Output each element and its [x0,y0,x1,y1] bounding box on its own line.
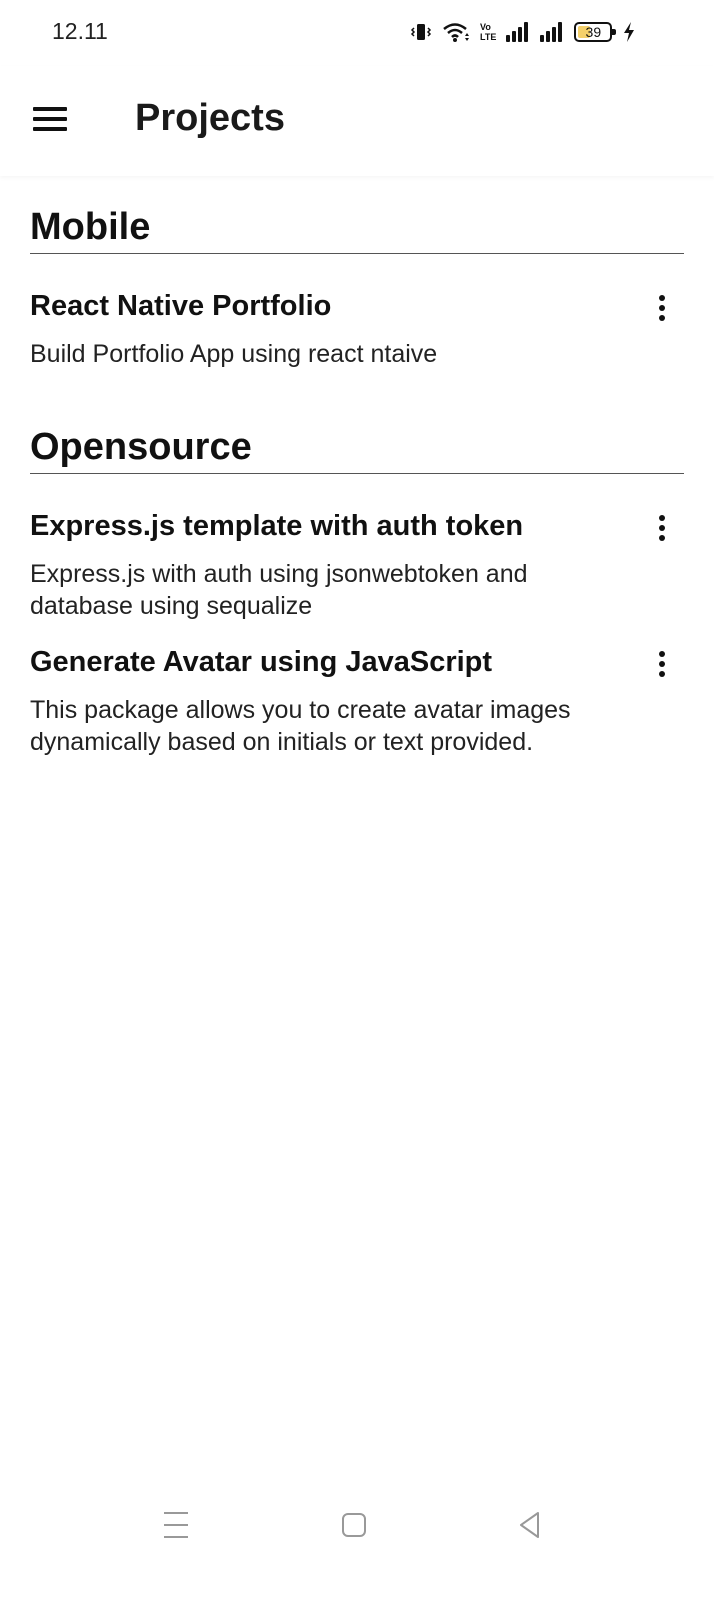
project-item[interactable]: Express.js template with auth token Expr… [30,474,684,622]
vibrate-icon [410,24,432,40]
more-vertical-icon[interactable] [652,510,672,546]
wifi-icon [443,23,469,42]
volte-top-label: Vo [480,22,491,32]
more-vertical-icon[interactable] [652,290,672,326]
section-header: Mobile [30,206,684,254]
project-item[interactable]: React Native Portfolio Build Portfolio A… [30,254,684,370]
section-opensource: Opensource Express.js template with auth… [30,426,684,758]
recent-apps-icon[interactable] [164,1512,188,1538]
charging-icon [624,22,635,42]
signal-icon [540,22,564,42]
project-list: Mobile React Native Portfolio Build Port… [30,206,684,814]
battery-icon: 39 [574,22,617,42]
section-mobile: Mobile React Native Portfolio Build Port… [30,206,684,370]
more-vertical-icon[interactable] [652,646,672,682]
project-description: This package allows you to create avatar… [30,696,571,756]
status-icons: Vo LTE 39 [410,14,646,50]
section-header: Opensource [30,426,684,474]
status-bar: 12.11 Vo LTE 39 [0,0,714,66]
project-description: Build Portfolio App using react ntaive [30,340,438,368]
page-title: Projects [135,97,285,139]
project-title: React Native Portfolio [30,290,332,322]
status-time: 12.11 [52,18,108,44]
battery-tip [612,29,617,35]
volte-icon: Vo LTE [480,22,496,42]
project-title: Express.js template with auth token [30,510,524,542]
project-item[interactable]: Generate Avatar using JavaScript This pa… [30,622,684,758]
volte-bottom-label: LTE [480,32,497,42]
app-bar: Projects [0,66,714,176]
project-title: Generate Avatar using JavaScript [30,646,493,678]
back-icon[interactable] [516,1510,544,1540]
home-icon[interactable] [342,1513,366,1537]
battery-percent: 39 [585,24,602,40]
hamburger-menu-icon[interactable] [26,98,74,140]
signal-icon [506,22,530,42]
system-nav-bar [0,1500,714,1560]
screen: 12.11 Vo LTE 39 Projects Mobile React Na… [0,0,714,1599]
project-description: Express.js with auth using jsonwebtoken … [30,560,528,620]
